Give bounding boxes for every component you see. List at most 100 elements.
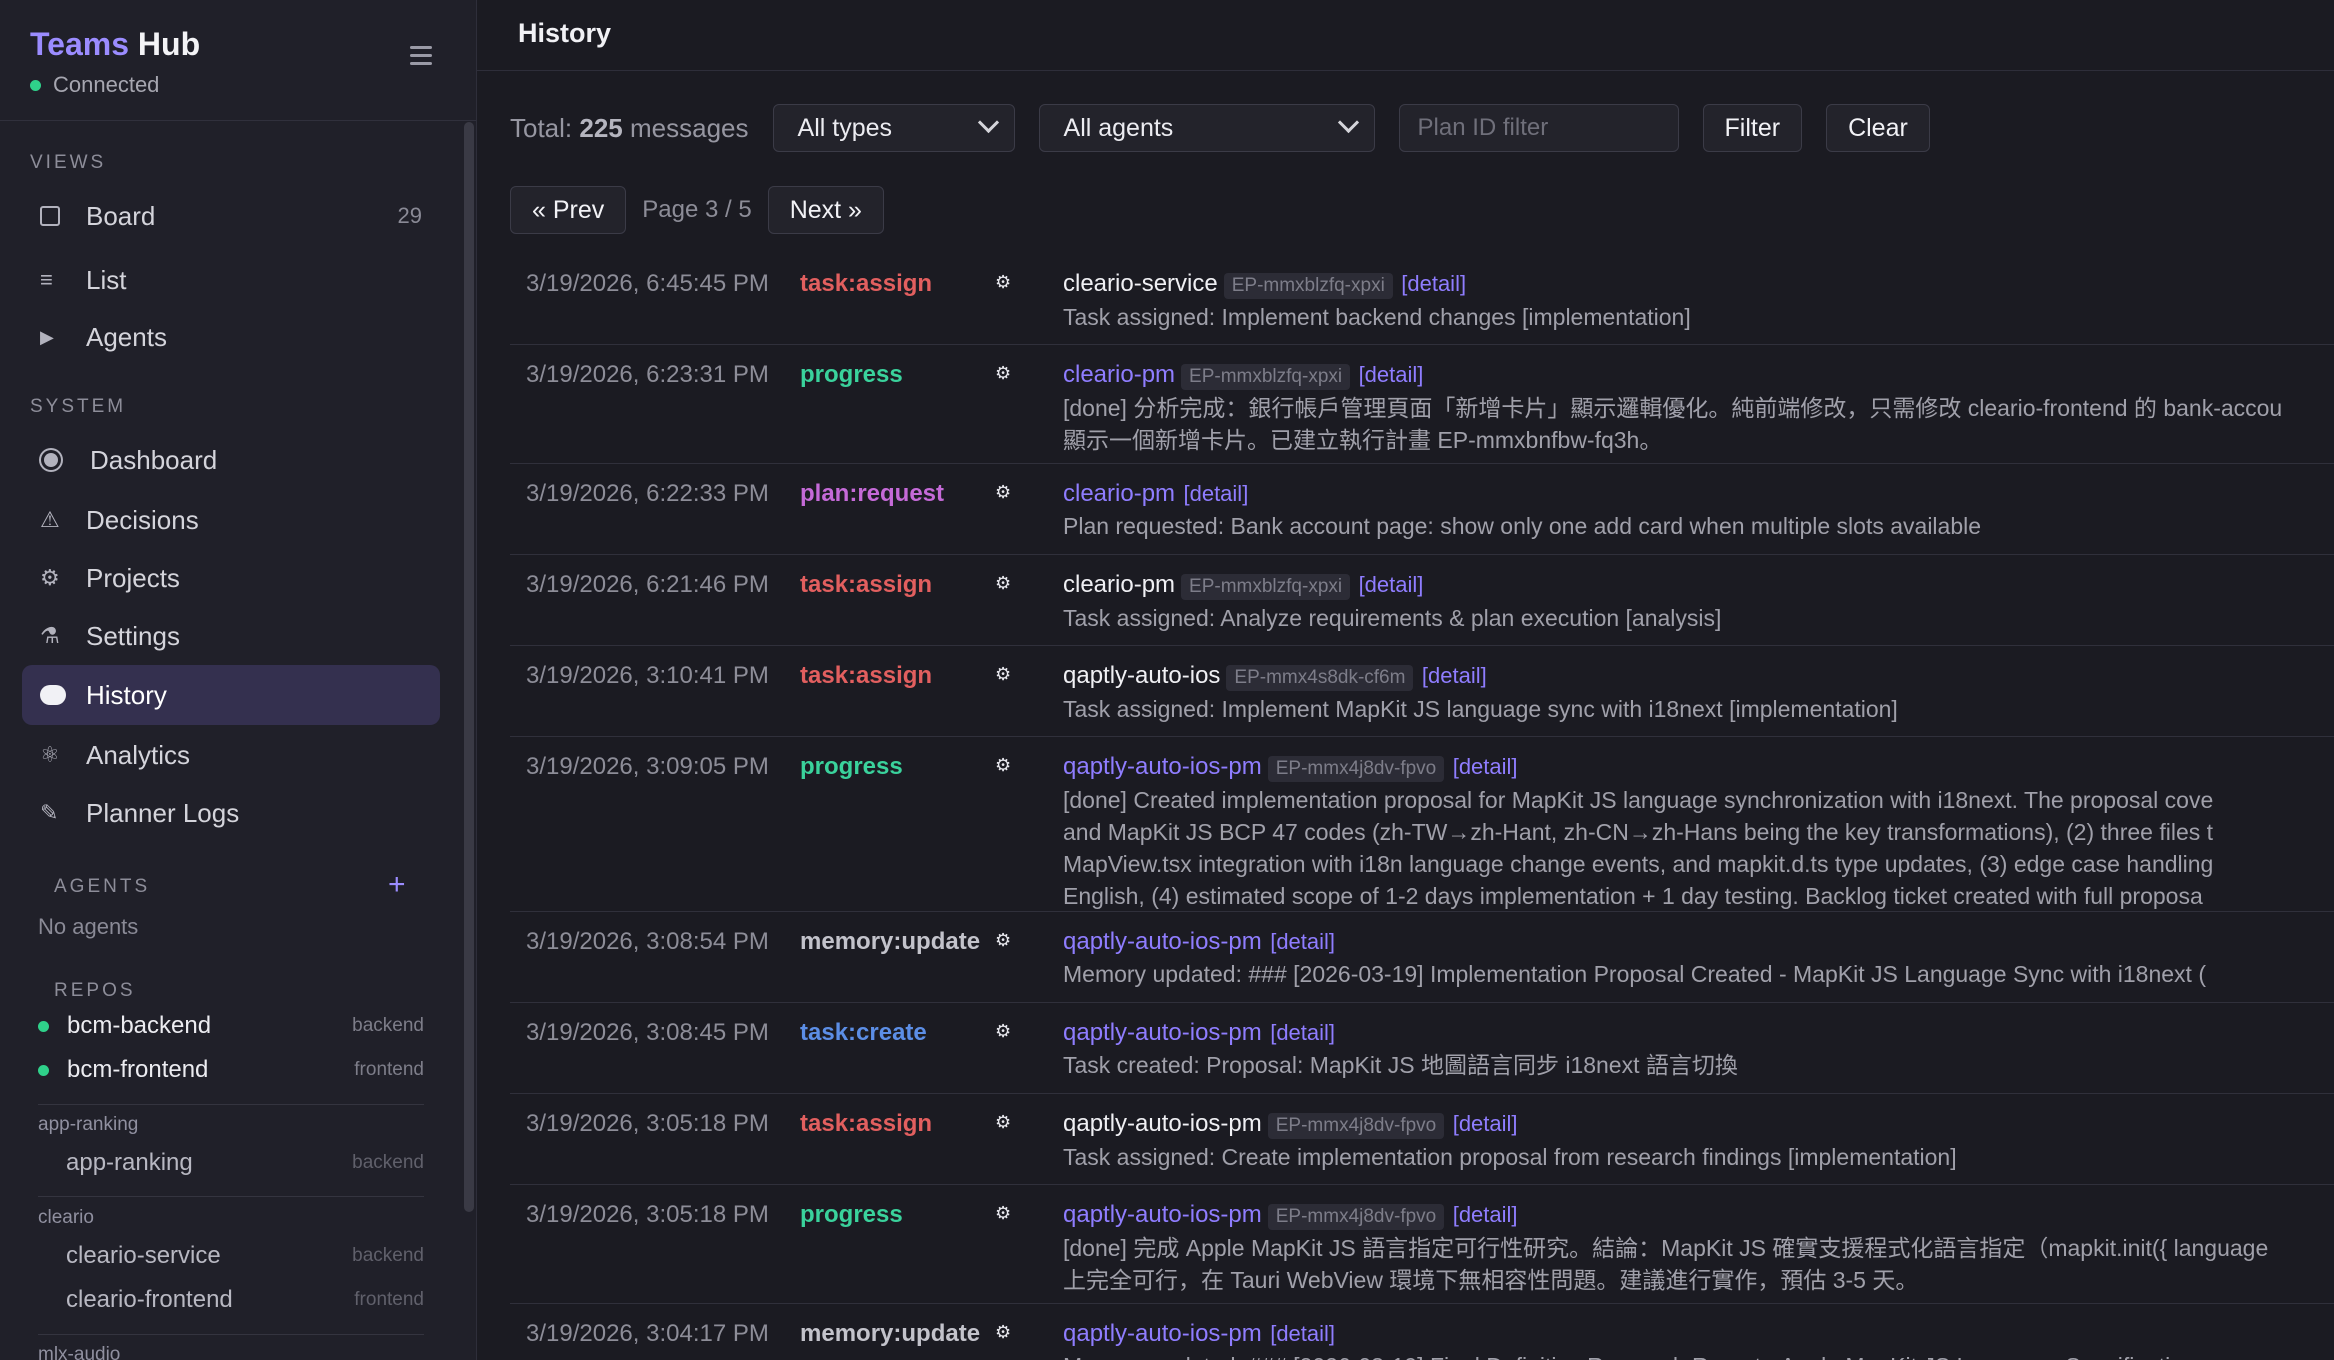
main-panel: History Total: 225 messages All types Al… [477, 0, 2334, 1360]
message-timestamp: 3/19/2026, 6:21:46 PM [526, 571, 769, 598]
status-dot-icon [38, 1020, 49, 1032]
sidebar-item-label: Board [86, 200, 156, 231]
message-agent: cleario-pm [1063, 571, 1176, 598]
repo-item-bcm-backend[interactable]: bcm-backend backend [38, 1006, 424, 1046]
message-agent[interactable]: qaptly-auto-ios-pm [1063, 1201, 1262, 1228]
message-list: 3/19/2026, 6:45:45 PM task:assign ⚙ cleario… [510, 254, 2334, 1360]
message-text: Plan requested: Bank account page: show … [1063, 513, 1982, 539]
gear-icon: ⚙ [995, 664, 1012, 684]
message-type: plan:request [800, 480, 945, 507]
sidebar-item-dashboard[interactable]: Dashboard [22, 430, 440, 490]
message-text: [done] 完成 Apple MapKit JS 語言指定可行性研究。結論：M… [1063, 1235, 2269, 1261]
repo-tag: frontend [354, 1289, 424, 1310]
sidebar-item-history[interactable]: History [22, 665, 440, 725]
message-timestamp: 3/19/2026, 6:45:45 PM [526, 270, 769, 297]
message-row: 3/19/2026, 3:05:18 PM progress ⚙ qaptly-aut… [510, 1185, 2334, 1304]
connection-status: Connected [30, 72, 159, 98]
message-row: 3/19/2026, 6:23:31 PM progress ⚙ cleario-pm… [510, 345, 2334, 464]
detail-link[interactable]: [detail] [1422, 663, 1487, 688]
status-dot-icon [30, 79, 41, 91]
next-page-button[interactable]: Next » [767, 186, 884, 234]
divider [38, 1196, 424, 1197]
message-timestamp: 3/19/2026, 6:22:33 PM [526, 480, 769, 507]
prev-page-button[interactable]: « Prev [510, 186, 627, 234]
agent-select[interactable]: All agents [1038, 104, 1375, 152]
gear-icon: ⚙ [995, 1021, 1012, 1041]
message-row: 3/19/2026, 3:04:17 PM memory:update ⚙ qaptl… [510, 1304, 2334, 1360]
message-row: 3/19/2026, 3:10:41 PM task:assign ⚙ qaptly-… [510, 646, 2334, 737]
message-timestamp: 3/19/2026, 3:04:17 PM [526, 1320, 769, 1347]
message-agent[interactable]: cleario-pm [1063, 361, 1175, 388]
repo-item-cleario-service[interactable]: cleario-service backend [66, 1236, 424, 1276]
message-body: qaptly-auto-ios-pm EP-mmx4j8dv-fpvo [deta… [1063, 753, 2334, 910]
gear-icon: ⚙ [40, 565, 60, 590]
detail-link[interactable]: [detail] [1270, 929, 1335, 954]
message-timestamp: 3/19/2026, 3:08:45 PM [526, 1019, 769, 1046]
sidebar-item-projects[interactable]: ⚙ Projects [22, 548, 440, 608]
message-agent[interactable]: cleario-pm [1063, 480, 1175, 507]
square-icon [40, 206, 80, 226]
page-title: History [518, 18, 612, 48]
message-body: cleario-pm EP-mmxblzfq-xpxi [detail] [done… [1063, 361, 2334, 454]
sidebar-item-agents[interactable]: ▶ Agents [22, 307, 440, 367]
gear-icon: ⚙ [995, 1322, 1012, 1342]
repo-tag: backend [352, 1245, 424, 1266]
message-agent[interactable]: qaptly-auto-ios-pm [1063, 1320, 1262, 1347]
sidebar-scrollbar[interactable] [464, 122, 474, 1212]
execution-plan-badge: EP-mmx4s8dk-cf6m [1226, 665, 1414, 691]
detail-link[interactable]: [detail] [1270, 1321, 1335, 1346]
message-timestamp: 3/19/2026, 3:08:54 PM [526, 928, 769, 955]
sidebar-item-decisions[interactable]: ⚠ Decisions [22, 490, 440, 550]
detail-link[interactable]: [detail] [1453, 1202, 1518, 1227]
system-section-title: SYSTEM [30, 396, 127, 417]
page-indicator: Page 3 / 5 [642, 196, 752, 223]
message-agent[interactable]: qaptly-auto-ios-pm [1063, 928, 1262, 955]
sidebar-item-label: Agents [86, 321, 167, 352]
message-text: [done] 分析完成：銀行帳戶管理頁面「新增卡片」顯示邏輯優化。純前端修改，只… [1063, 395, 2283, 421]
repo-item-cleario-frontend[interactable]: cleario-frontend frontend [66, 1280, 424, 1320]
repo-name: bcm-backend [67, 1012, 212, 1039]
sidebar-item-label: Analytics [86, 739, 191, 770]
brand-part1: Teams [30, 26, 130, 62]
message-agent[interactable]: qaptly-auto-ios-pm [1063, 753, 1262, 780]
detail-link[interactable]: [detail] [1453, 754, 1518, 779]
detail-link[interactable]: [detail] [1359, 572, 1424, 597]
message-agent: cleario-service [1063, 270, 1218, 297]
execution-plan-badge: EP-mmx4j8dv-fpvo [1267, 1113, 1445, 1139]
message-agent: qaptly-auto-ios-pm [1063, 1110, 1262, 1137]
sidebar-item-planner-logs[interactable]: ✎ Planner Logs [22, 783, 440, 843]
pagination: « Prev Page 3 / 5 Next » [510, 186, 908, 234]
add-agent-button[interactable]: + [388, 868, 406, 902]
gear-icon: ⚙ [995, 573, 1012, 593]
views-section-title: VIEWS [30, 152, 107, 173]
detail-link[interactable]: [detail] [1183, 481, 1248, 506]
sidebar-item-label: Projects [86, 562, 180, 593]
message-text: Task created: Proposal: MapKit JS 地圖語言同步… [1063, 1052, 1738, 1078]
message-type: task:assign [800, 1110, 933, 1137]
repo-item-app-ranking[interactable]: app-ranking backend [66, 1143, 424, 1183]
message-text: Task assigned: Implement backend changes… [1063, 304, 1691, 330]
sidebar-item-list[interactable]: ≡ List [22, 250, 440, 310]
filter-toolbar: Total: 225 messages All types All agents… [510, 104, 1954, 152]
sidebar-item-settings[interactable]: ⚗ Settings [22, 606, 440, 666]
repo-item-bcm-frontend[interactable]: bcm-frontend frontend [38, 1050, 424, 1090]
detail-link[interactable]: [detail] [1401, 271, 1466, 296]
sidebar-item-analytics[interactable]: ⚛ Analytics [22, 725, 440, 785]
total-count: Total: 225 messages [510, 113, 749, 144]
menu-toggle-icon[interactable] [410, 46, 432, 66]
message-body: qaptly-auto-ios-pm [detail] Memory update… [1063, 1320, 2334, 1360]
message-row: 3/19/2026, 3:05:18 PM task:assign ⚙ qaptly-… [510, 1094, 2334, 1185]
message-row: 3/19/2026, 6:22:33 PM plan:request ⚙ cleari… [510, 464, 2334, 555]
message-type: task:assign [800, 571, 933, 598]
detail-link[interactable]: [detail] [1359, 362, 1424, 387]
detail-link[interactable]: [detail] [1270, 1020, 1335, 1045]
clear-button[interactable]: Clear [1826, 104, 1930, 152]
message-agent[interactable]: qaptly-auto-ios-pm [1063, 1019, 1262, 1046]
plan-id-filter-input[interactable]: Plan ID filter [1398, 104, 1679, 152]
total-number: 225 [579, 112, 623, 143]
filter-button[interactable]: Filter [1702, 104, 1803, 152]
board-count-badge: 29 [397, 203, 422, 228]
sidebar-item-board[interactable]: Board 29 [22, 186, 440, 246]
detail-link[interactable]: [detail] [1453, 1111, 1518, 1136]
type-select[interactable]: All types [772, 104, 1015, 152]
